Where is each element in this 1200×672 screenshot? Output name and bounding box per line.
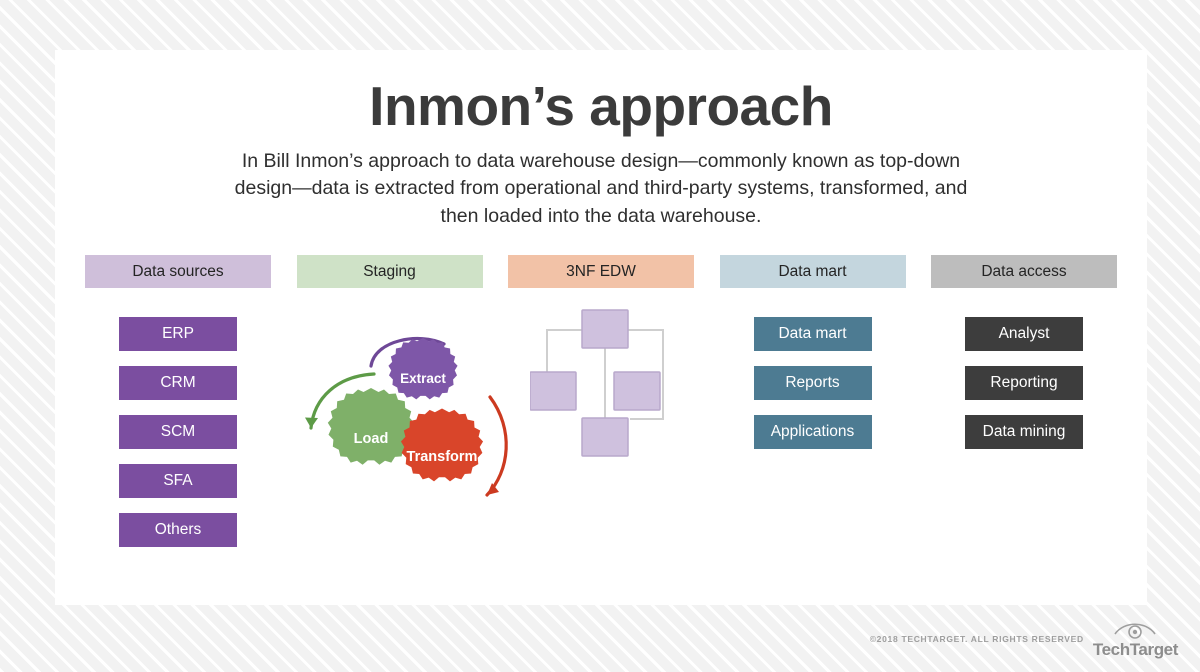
list-item[interactable]: Analyst	[965, 317, 1083, 351]
gear-transform[interactable]: Transform	[400, 408, 483, 482]
list-item[interactable]: Reports	[753, 366, 872, 400]
list-item[interactable]: Data mining	[965, 415, 1083, 449]
list-item[interactable]: Reporting	[965, 366, 1083, 400]
etl-gears-svg: Extract Load Transform	[304, 336, 508, 497]
list-item[interactable]: ERP	[119, 317, 237, 351]
column-header-data-mart: Data mart	[719, 255, 906, 288]
column-body-data-access: Analyst Reporting Data mining	[931, 317, 1117, 449]
column-header-data-access: Data access	[931, 255, 1117, 288]
column-body-data-mart: Data mart Reports Applications	[720, 317, 906, 449]
edw-node[interactable]	[581, 417, 629, 457]
edw-node[interactable]	[530, 371, 577, 411]
edw-nodes-svg	[530, 309, 664, 457]
list-item[interactable]: Data mart	[753, 317, 872, 351]
list-item[interactable]: SFA	[119, 464, 237, 498]
gear-load-label: Load	[353, 431, 388, 447]
list-item[interactable]: Applications	[753, 415, 872, 449]
copyright-text: ©2018 TECHTARGET. ALL RIGHTS RESERVED	[869, 634, 1084, 644]
column-data-access: Data access Analyst Reporting Data minin…	[931, 255, 1117, 547]
edw-node[interactable]	[581, 309, 629, 349]
gear-transform-label: Transform	[406, 449, 477, 465]
edw-node-diagram	[508, 306, 694, 506]
gear-extract[interactable]: Extract	[387, 338, 458, 400]
gear-load[interactable]: Load	[327, 388, 414, 465]
footer-branding: ©2018 TECHTARGET. ALL RIGHTS RESERVED Te…	[870, 620, 1178, 658]
edw-node[interactable]	[613, 371, 661, 411]
list-item[interactable]: SCM	[119, 415, 237, 449]
content-card: Inmon’s approach In Bill Inmon’s approac…	[55, 50, 1147, 605]
techtarget-logo: TechTarget	[1093, 620, 1178, 658]
transform-arrow-icon	[484, 395, 508, 497]
column-header-3nf-edw: 3NF EDW	[508, 255, 694, 288]
column-data-mart: Data mart Data mart Reports Applications	[719, 255, 906, 547]
column-header-staging: Staging	[296, 255, 483, 288]
techtarget-wordmark: TechTarget	[1092, 640, 1179, 659]
etl-gear-diagram: Extract Load Transform	[297, 298, 508, 528]
page-subtitle: In Bill Inmon’s approach to data warehou…	[234, 149, 968, 228]
column-body-data-sources: ERP CRM SCM SFA Others	[85, 317, 271, 547]
list-item[interactable]: CRM	[119, 366, 237, 400]
column-staging: Staging Extract Load Transform	[296, 255, 508, 547]
gear-extract-label: Extract	[400, 371, 446, 386]
list-item[interactable]: Others	[119, 513, 237, 547]
column-header-data-sources: Data sources	[85, 255, 271, 288]
column-3nf-edw: 3NF EDW	[508, 255, 694, 547]
eye-icon	[1114, 623, 1157, 639]
column-data-sources: Data sources ERP CRM SCM SFA Others	[85, 255, 271, 547]
diagram-columns: Data sources ERP CRM SCM SFA Others Stag…	[85, 255, 1117, 547]
page-title: Inmon’s approach	[369, 75, 833, 137]
heading-block: Inmon’s approach In Bill Inmon’s approac…	[55, 75, 1147, 231]
